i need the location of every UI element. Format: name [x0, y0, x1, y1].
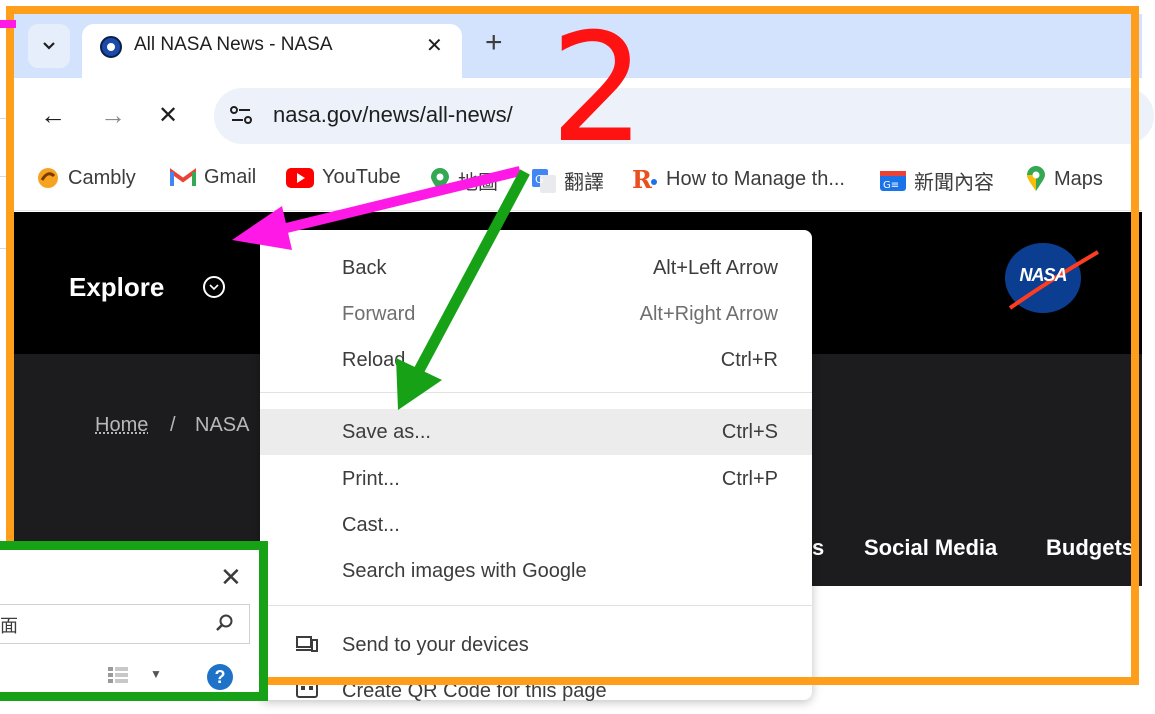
- dialog-search-text: 面: [0, 616, 18, 636]
- view-options-icon[interactable]: [108, 667, 128, 688]
- dropdown-arrow-icon[interactable]: ▼: [150, 667, 162, 681]
- dialog-search-input[interactable]: [0, 604, 250, 644]
- close-icon[interactable]: ✕: [220, 562, 242, 593]
- search-icon[interactable]: [216, 614, 234, 632]
- step-number-annotation: 2: [550, 2, 646, 176]
- help-icon[interactable]: ?: [207, 664, 233, 690]
